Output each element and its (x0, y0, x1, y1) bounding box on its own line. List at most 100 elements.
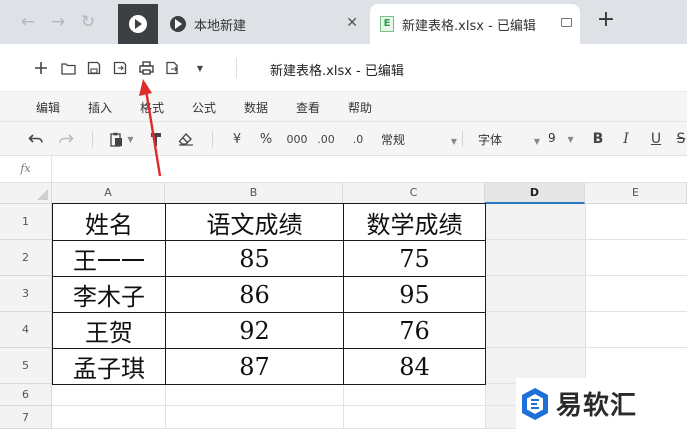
column-header-a[interactable]: A (52, 183, 165, 204)
strikethrough-button[interactable]: S (674, 130, 687, 148)
cell-b1[interactable]: 语文成绩 (165, 203, 344, 241)
decrease-decimal-label: .0 (352, 132, 364, 146)
font-size-value: 9 (548, 131, 556, 145)
menu-bar: 编辑 插入 格式 公式 数据 查看 帮助 (0, 92, 687, 122)
italic-button[interactable]: I (618, 130, 634, 148)
column-header-b[interactable]: B (165, 183, 343, 204)
chevron-down-icon: ▼ (567, 135, 574, 144)
cell-b4[interactable]: 92 (165, 312, 344, 349)
tab-label: 本地新建 (194, 18, 247, 34)
watermark-text: 易软汇 (556, 391, 638, 421)
redo-icon[interactable] (56, 130, 76, 148)
spreadsheet-file-icon: E (380, 16, 394, 32)
menu-edit[interactable]: 编辑 (36, 99, 60, 116)
chevron-down-icon: ▼ (127, 134, 134, 144)
more-dropdown-icon[interactable]: ▼ (190, 58, 210, 78)
cell-c4[interactable]: 76 (343, 312, 486, 349)
cell-a5[interactable]: 孟子琪 (52, 348, 166, 385)
font-family-value: 字体 (478, 133, 503, 147)
row-header-5[interactable]: 5 (0, 348, 52, 384)
export-icon[interactable] (162, 58, 182, 78)
cell-c2[interactable]: 75 (343, 240, 486, 277)
document-title: 新建表格.xlsx - 已编辑 (270, 64, 404, 79)
number-format-select[interactable]: 常规 ▼ (381, 131, 457, 148)
font-family-select[interactable]: 字体 ▼ (478, 131, 540, 148)
score-table: 姓名 语文成绩 数学成绩 王一一 85 75 李木子 86 95 王贺 92 7… (52, 203, 486, 385)
save-as-icon[interactable] (110, 58, 130, 78)
reload-icon[interactable]: ↻ (76, 10, 100, 34)
menu-help[interactable]: 帮助 (348, 99, 372, 116)
cell-b2[interactable]: 85 (165, 240, 344, 277)
toolbar-separator (212, 131, 213, 147)
close-tab-icon[interactable]: ✕ (346, 15, 358, 31)
number-format-value: 常规 (381, 133, 406, 147)
chevron-down-icon: ▼ (450, 137, 457, 146)
brand-watermark: 易软汇 (516, 378, 687, 429)
currency-button[interactable]: ¥ (228, 130, 246, 148)
cell-a2[interactable]: 王一一 (52, 240, 166, 277)
cell-c1[interactable]: 数学成绩 (343, 203, 486, 241)
increase-decimal-button[interactable]: .00 (316, 130, 336, 148)
window-icon[interactable] (561, 18, 572, 27)
cell-b5[interactable]: 87 (165, 348, 344, 385)
column-header-d[interactable]: D (485, 183, 585, 204)
row-header-4[interactable]: 4 (0, 312, 52, 348)
increase-decimal-label: .00 (317, 132, 335, 146)
app-logo-icon (129, 15, 147, 33)
cell-c3[interactable]: 95 (343, 276, 486, 313)
select-all-corner[interactable] (0, 183, 52, 204)
thousands-separator-button[interactable]: 000 (284, 130, 310, 148)
row-header-2[interactable]: 2 (0, 240, 52, 276)
menu-data[interactable]: 数据 (244, 99, 268, 116)
cell-a1[interactable]: 姓名 (52, 203, 166, 241)
header-divider (236, 58, 237, 78)
table-row: 姓名 语文成绩 数学成绩 (52, 203, 486, 241)
gridline (165, 384, 166, 429)
tab-label: 新建表格.xlsx - 已编辑 (402, 18, 536, 34)
font-size-select[interactable]: 9 ▼ (548, 131, 574, 145)
menu-view[interactable]: 查看 (296, 99, 320, 116)
column-header-e[interactable]: E (585, 183, 687, 204)
new-tab-button[interactable]: + (594, 9, 618, 33)
table-row: 王一一 85 75 (52, 240, 486, 277)
formula-input[interactable] (60, 162, 660, 178)
table-row: 王贺 92 76 (52, 312, 486, 349)
menu-format[interactable]: 格式 (140, 99, 164, 116)
bold-button[interactable]: B (590, 130, 606, 148)
format-painter-icon[interactable] (147, 130, 165, 148)
column-header-c[interactable]: C (343, 183, 485, 204)
menu-formula[interactable]: 公式 (192, 99, 216, 116)
toolbar-separator (92, 131, 93, 147)
percent-button[interactable]: % (257, 130, 275, 148)
chevron-down-icon: ▼ (533, 137, 540, 146)
cell-a3[interactable]: 李木子 (52, 276, 166, 313)
undo-icon[interactable] (26, 130, 46, 148)
app-header: ▼ 新建表格.xlsx - 已编辑 (0, 44, 687, 92)
cell-b3[interactable]: 86 (165, 276, 344, 313)
print-icon[interactable] (136, 58, 156, 78)
eraser-icon[interactable] (176, 130, 196, 148)
menu-insert[interactable]: 插入 (88, 99, 112, 116)
tab-local-new[interactable]: 本地新建 ✕ (160, 4, 368, 44)
paste-icon[interactable]: ▼ (107, 130, 137, 148)
function-icon[interactable]: fx (0, 156, 52, 182)
decrease-decimal-button[interactable]: .0 (348, 130, 368, 148)
row-header-7[interactable]: 7 (0, 406, 52, 429)
tab-spreadsheet-file[interactable]: E 新建表格.xlsx - 已编辑 (370, 4, 580, 44)
gridline (343, 384, 344, 429)
row-header-3[interactable]: 3 (0, 276, 52, 312)
cell-c5[interactable]: 84 (343, 348, 486, 385)
underline-button[interactable]: U (648, 130, 664, 148)
forward-icon[interactable]: → (46, 10, 70, 34)
cell-a4[interactable]: 王贺 (52, 312, 166, 349)
back-icon[interactable]: ← (16, 10, 40, 34)
folder-open-icon[interactable] (58, 58, 78, 78)
row-header-1[interactable]: 1 (0, 204, 52, 240)
formula-bar: fx (0, 156, 687, 183)
format-toolbar: ▼ ¥ % 000 .00 .0 常规 ▼ 字体 ▼ 9 ▼ B I U S (0, 122, 687, 156)
save-icon[interactable] (84, 58, 104, 78)
add-icon[interactable] (31, 58, 51, 78)
row-header-6[interactable]: 6 (0, 384, 52, 406)
app-home-tab[interactable] (118, 4, 158, 44)
brand-logo-icon (522, 387, 548, 420)
